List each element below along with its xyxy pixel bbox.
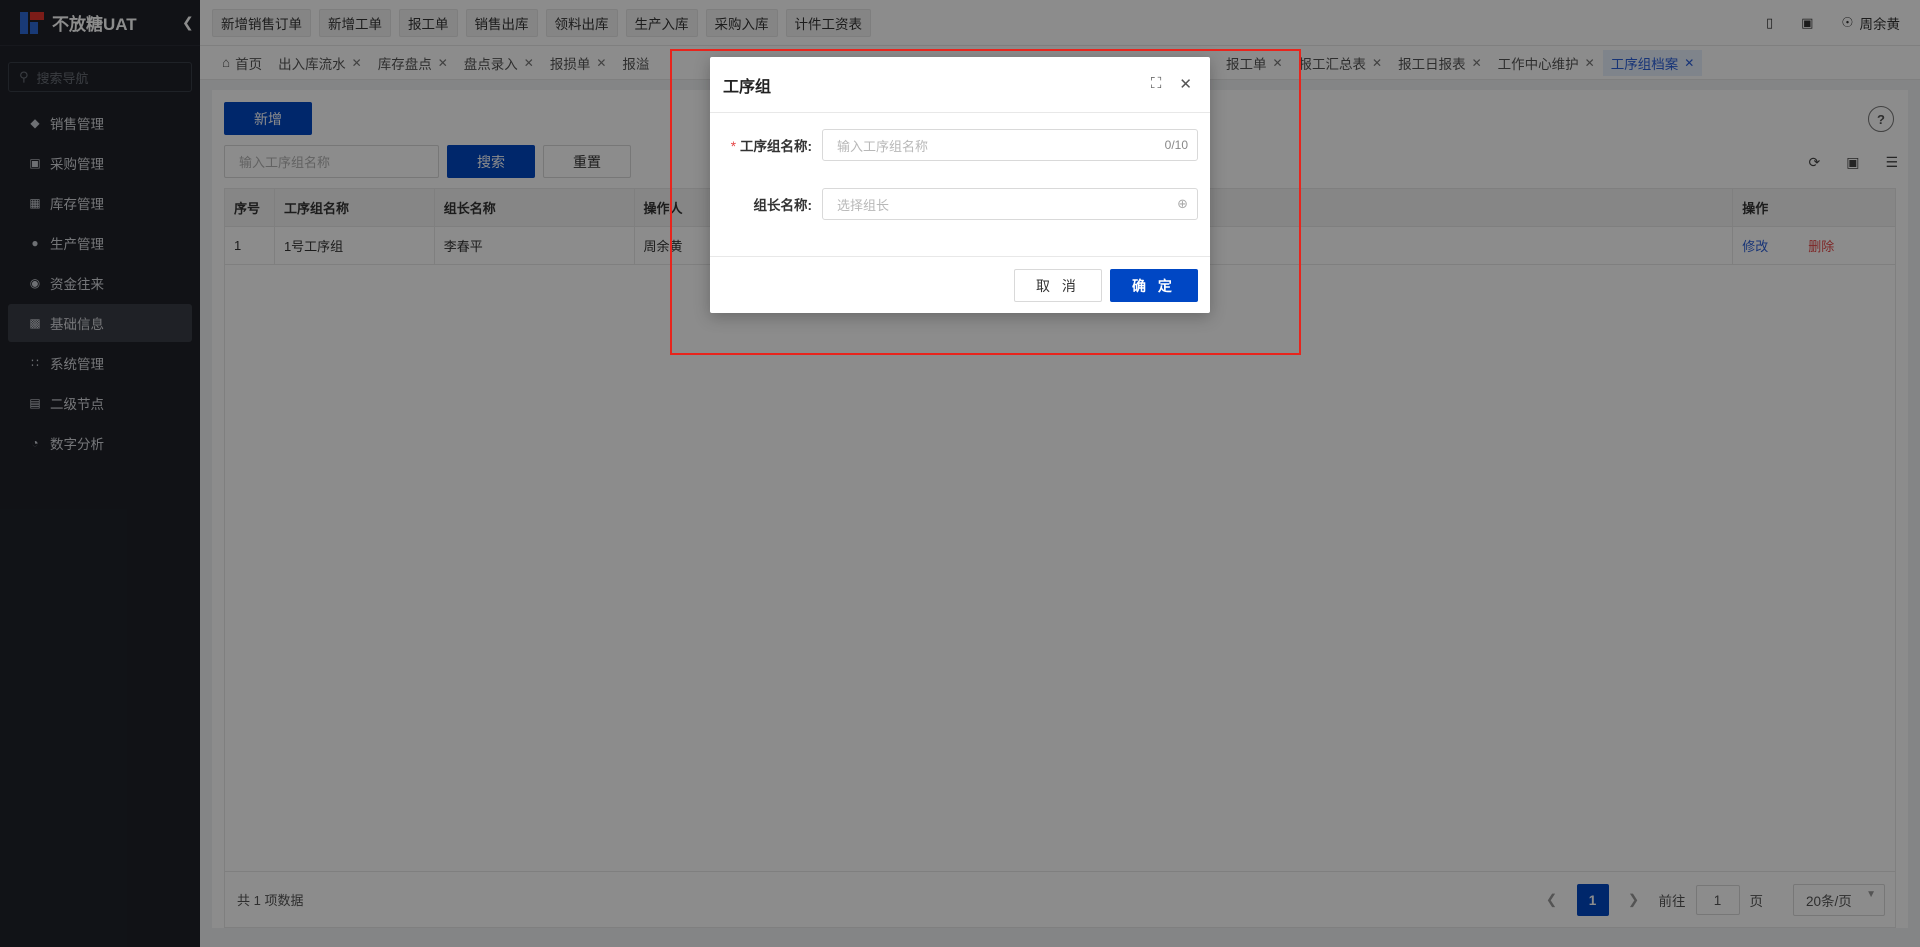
highlight-box: [670, 49, 1301, 355]
